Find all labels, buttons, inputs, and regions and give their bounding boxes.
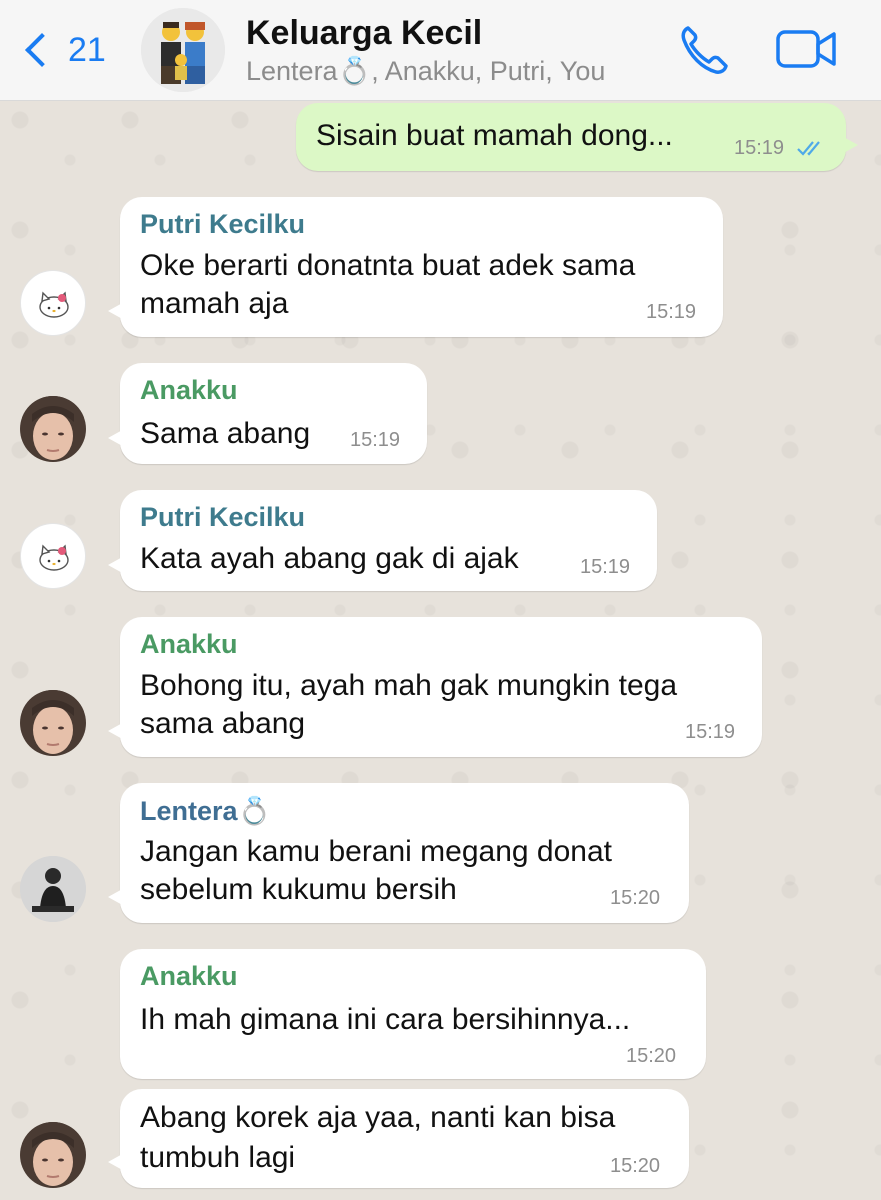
message-text-line: Ih mah gimana ini cara bersihinnya... — [140, 1003, 631, 1036]
lego-family-image — [141, 8, 225, 92]
message-text-line: sama abang — [140, 707, 306, 740]
bubble-tail — [108, 721, 126, 741]
message-time: 15:20 — [610, 1155, 661, 1177]
bubble-tail — [108, 1152, 126, 1172]
face-photo — [20, 1122, 86, 1186]
message-text-line: Sama abang — [140, 417, 311, 450]
group-members: Lentera💍, Anakku, Putri, You — [246, 56, 606, 86]
chat-title-block[interactable]: Keluarga Kecil Lentera💍, Anakku, Putri, … — [246, 12, 605, 88]
sender-name: Anakku — [140, 375, 238, 405]
video-call-icon[interactable] — [776, 28, 838, 75]
chat-header: 21 Keluarga Kecil Lentera💍, Anakku, Putr… — [0, 0, 881, 101]
bubble-tail — [108, 301, 126, 321]
message-time: 15:19 — [646, 301, 697, 323]
hello-kitty-icon — [39, 544, 69, 571]
avatar-anakku[interactable] — [20, 1122, 86, 1188]
unread-count: 21 — [68, 30, 106, 69]
face-photo — [20, 690, 86, 754]
message-time: 15:20 — [610, 887, 661, 909]
avatar-putri[interactable] — [20, 270, 86, 336]
phone-icon[interactable] — [680, 24, 728, 79]
message-time: 15:19 — [350, 429, 401, 451]
message-text-line: Oke berarti donatnta buat adek sama — [140, 249, 636, 282]
message-text-line: Kata ayah abang gak di ajak — [140, 542, 519, 575]
sender-name: Putri Kecilku — [140, 502, 306, 532]
message-incoming[interactable]: Abang korek aja yaa, nanti kan bisa tumb… — [108, 1089, 689, 1188]
message-time: 15:19 — [580, 556, 631, 578]
message-outgoing[interactable]: Sisain buat mamah dong... 15:19 — [296, 103, 858, 171]
bubble-tail — [108, 555, 126, 575]
avatar-putri[interactable] — [20, 523, 86, 589]
message-incoming[interactable]: Anakku Bohong itu, ayah mah gak mungkin … — [108, 617, 762, 757]
sender-name: Lentera💍 — [140, 796, 272, 826]
bubble-tail — [108, 428, 126, 448]
message-time: 15:20 — [626, 1045, 677, 1067]
group-avatar[interactable] — [141, 8, 225, 92]
hello-kitty-icon — [39, 291, 69, 318]
avatar-anakku[interactable] — [20, 690, 86, 756]
message-incoming[interactable]: Lentera💍 Jangan kamu berani megang donat… — [108, 783, 689, 923]
group-title: Keluarga Kecil — [246, 14, 483, 52]
message-text-line: Abang korek aja yaa, nanti kan bisa — [140, 1101, 616, 1134]
message-text-line: sebelum kukumu bersih — [140, 873, 457, 906]
message-time: 15:19 — [685, 721, 736, 743]
message-incoming[interactable]: Anakku Ih mah gimana ini cara bersihinny… — [120, 949, 706, 1079]
message-incoming[interactable]: Anakku Sama abang 15:19 — [108, 363, 427, 464]
message-text-line: Bohong itu, ayah mah gak mungkin tega — [140, 669, 678, 702]
avatar-anakku[interactable] — [20, 396, 86, 462]
avatar-lentera[interactable] — [20, 856, 86, 922]
person-photo — [20, 856, 86, 922]
face-photo — [20, 396, 86, 460]
back-button[interactable]: 21 — [20, 22, 106, 78]
message-incoming[interactable]: Putri Kecilku Kata ayah abang gak di aja… — [108, 490, 657, 591]
message-time: 15:19 — [734, 137, 785, 159]
message-incoming[interactable]: Putri Kecilku Oke berarti donatnta buat … — [108, 197, 723, 337]
read-ticks-icon — [797, 141, 820, 156]
bubble-tail — [108, 887, 126, 907]
back-chevron-icon — [25, 33, 59, 67]
sender-name: Anakku — [140, 629, 238, 659]
message-text-line: tumbuh lagi — [140, 1141, 296, 1174]
message-text: Sisain buat mamah dong... — [316, 119, 673, 152]
bubble-tail — [840, 135, 858, 155]
sender-name: Anakku — [140, 961, 238, 991]
message-text-line: mamah aja — [140, 287, 289, 320]
sender-name: Putri Kecilku — [140, 209, 306, 239]
message-text-line: Jangan kamu berani megang donat — [140, 835, 613, 868]
